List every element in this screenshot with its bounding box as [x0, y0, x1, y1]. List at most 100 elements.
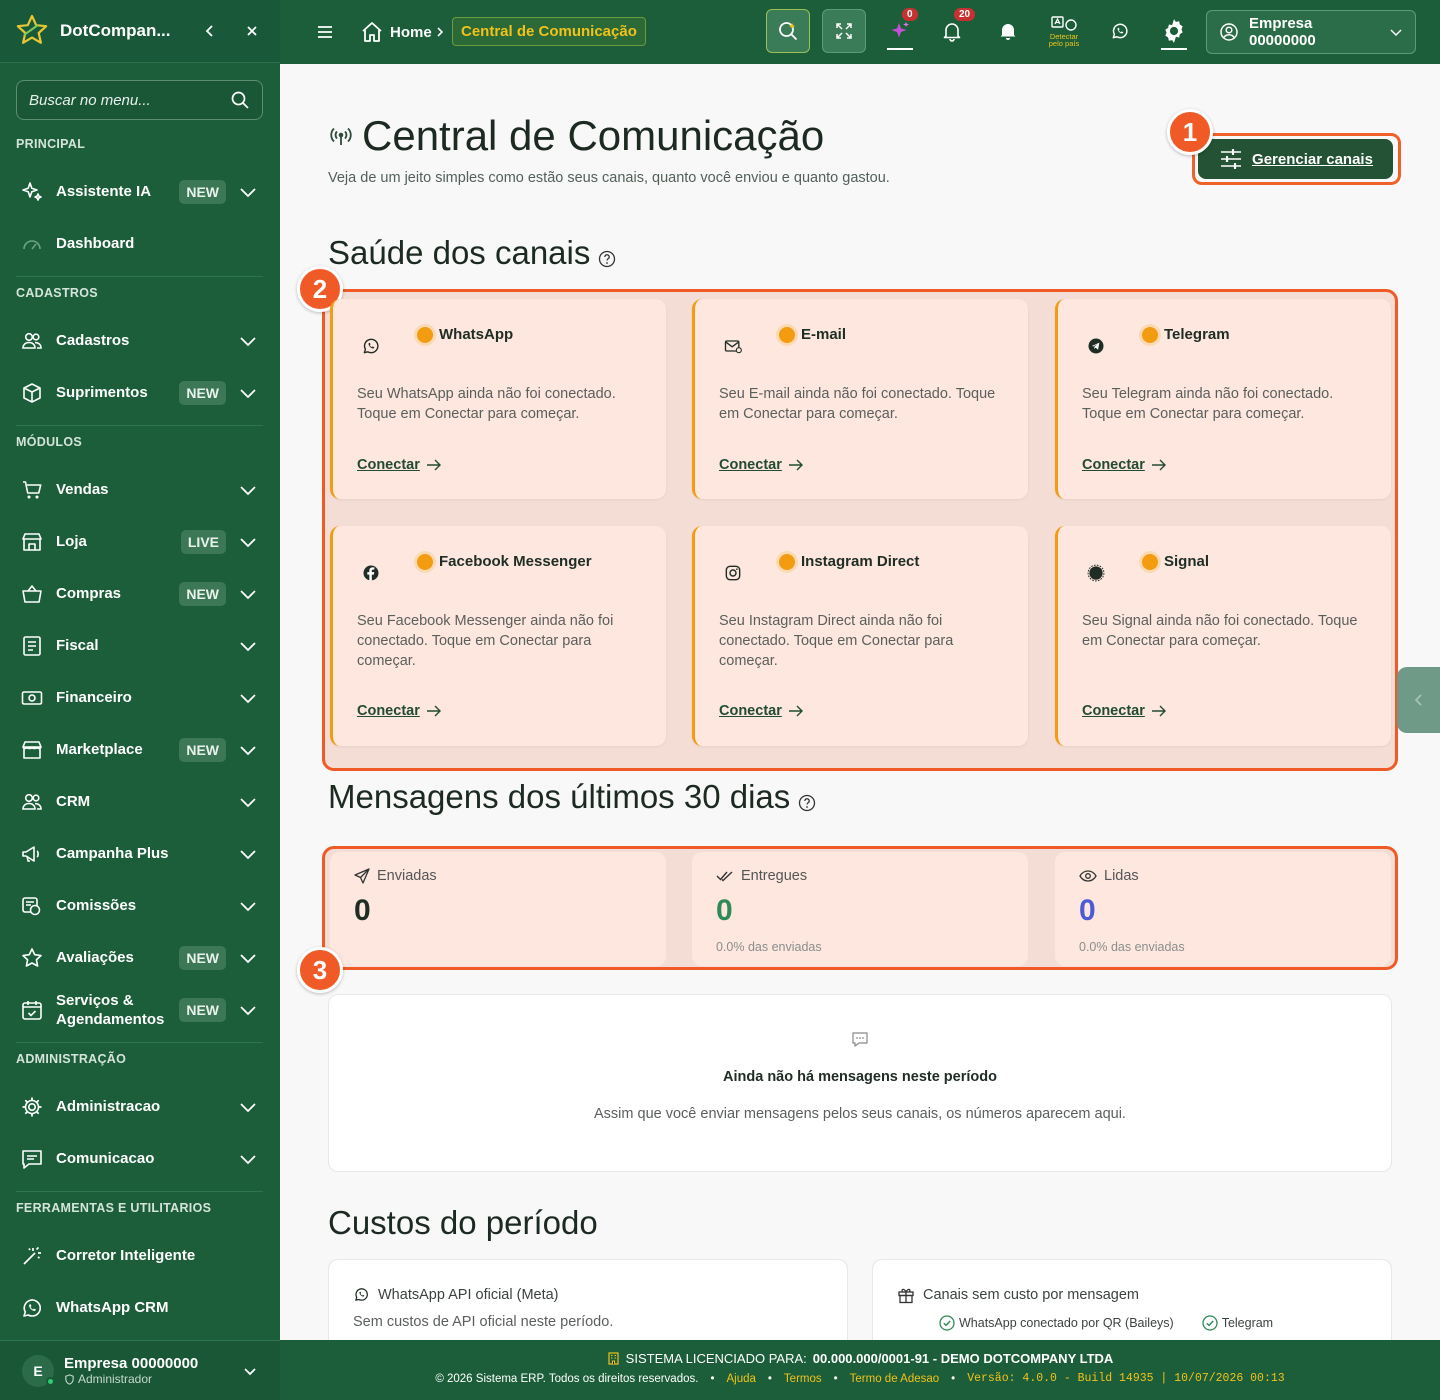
avatar: E: [22, 1354, 55, 1387]
cart-icon: [23, 481, 42, 499]
adhesion-terms-link[interactable]: Termo de Adesao: [850, 1373, 940, 1385]
whatsapp-button[interactable]: [1098, 9, 1142, 53]
chevron-down-icon[interactable]: [238, 383, 258, 403]
megaphone-icon: [22, 846, 39, 862]
instagram-icon: [725, 565, 741, 581]
chevron-down-icon[interactable]: [238, 480, 258, 500]
sidebar-item-marketplace[interactable]: Marketplace NEW: [0, 728, 280, 772]
sidebar-item-crm[interactable]: CRM: [0, 780, 280, 824]
detect-country-button[interactable]: Detectar pelo país: [1042, 9, 1086, 53]
side-panel-toggle[interactable]: [1397, 667, 1440, 733]
section-modulos: MÓDULOS: [16, 435, 82, 449]
users-icon: [22, 332, 42, 349]
sidebar-item-assistente-ia[interactable]: Assistente IA NEW: [0, 170, 280, 214]
chevron-down-icon[interactable]: [238, 688, 258, 708]
chevron-down-icon[interactable]: [238, 1000, 258, 1020]
users-icon: [22, 793, 42, 810]
sidebar-item-campanha-plus[interactable]: Campanha Plus: [0, 832, 280, 876]
manage-channels-button[interactable]: Gerenciar canais: [1198, 139, 1393, 179]
bell-filled-icon: [1000, 24, 1016, 40]
connect-whatsapp-link[interactable]: Conectar: [357, 457, 442, 473]
help-icon[interactable]: [598, 250, 616, 268]
home-icon: [362, 22, 382, 42]
sidebar-divider: [16, 1042, 263, 1043]
sidebar-item-compras[interactable]: Compras NEW: [0, 572, 280, 616]
search-icon: [779, 22, 798, 41]
ai-assistant-button[interactable]: 0: [878, 8, 922, 53]
settings-button[interactable]: [1152, 9, 1196, 53]
sidebar-item-whatsapp-crm[interactable]: WhatsApp CRM: [0, 1286, 280, 1330]
connect-email-link[interactable]: Conectar: [719, 457, 804, 473]
chevron-down-icon[interactable]: [238, 1097, 258, 1117]
sidebar-item-corretor[interactable]: Corretor Inteligente: [0, 1234, 280, 1278]
help-link[interactable]: Ajuda: [726, 1373, 755, 1385]
sidebar-item-suprimentos[interactable]: Suprimentos NEW: [0, 371, 280, 415]
chevron-down-icon[interactable]: [238, 1149, 258, 1169]
close-sidebar-button[interactable]: [238, 17, 266, 45]
star-icon: [22, 948, 42, 967]
new-badge: NEW: [179, 381, 226, 405]
gear-icon: [1165, 19, 1183, 43]
page-title: Central de Comunicação: [328, 112, 824, 160]
sparkle-icon: [891, 22, 909, 38]
chevron-down-icon[interactable]: [238, 636, 258, 656]
chevron-down-icon[interactable]: [238, 948, 258, 968]
broadcast-icon: [330, 127, 352, 145]
breadcrumb-home[interactable]: Home: [360, 20, 432, 44]
alerts-button[interactable]: [986, 9, 1030, 53]
sidebar-item-vendas[interactable]: Vendas: [0, 468, 280, 512]
sidebar: DotCompan... PRINCIPAL Assistente IA NEW…: [0, 0, 280, 1400]
fullscreen-button[interactable]: [822, 9, 866, 53]
whatsapp-icon: [23, 1299, 41, 1317]
chevron-down-icon[interactable]: [238, 740, 258, 760]
notifications-button[interactable]: 20: [930, 8, 976, 53]
chevron-down-icon[interactable]: [238, 896, 258, 916]
signal-icon: [1087, 564, 1105, 582]
sidebar-item-administracao[interactable]: Administracao: [0, 1085, 280, 1129]
collapse-sidebar-button[interactable]: [196, 17, 224, 45]
step-marker: 1: [1167, 109, 1213, 155]
sidebar-item-financeiro[interactable]: Financeiro: [0, 676, 280, 720]
search-icon[interactable]: [230, 90, 250, 110]
sidebar-item-loja[interactable]: Loja LIVE: [0, 520, 280, 564]
sidebar-item-fiscal[interactable]: Fiscal: [0, 624, 280, 668]
global-search-button[interactable]: [766, 9, 810, 53]
menu-search-input[interactable]: [29, 91, 230, 109]
connect-instagram-link[interactable]: Conectar: [719, 703, 804, 719]
arrow-right-icon: [1151, 705, 1166, 717]
connect-signal-link[interactable]: Conectar: [1082, 703, 1167, 719]
connect-telegram-link[interactable]: Conectar: [1082, 457, 1167, 473]
sidebar-item-cadastros[interactable]: Cadastros: [0, 319, 280, 363]
send-icon: [354, 868, 370, 884]
company-selector[interactable]: Empresa 00000000: [1206, 10, 1416, 54]
terms-link[interactable]: Termos: [784, 1373, 822, 1385]
new-badge: NEW: [179, 998, 226, 1022]
whatsapp-icon: [1112, 23, 1128, 39]
sidebar-item-dashboard[interactable]: Dashboard: [0, 222, 280, 266]
help-icon[interactable]: [798, 794, 816, 812]
building-icon: [608, 1352, 619, 1365]
sidebar-item-comunicacao[interactable]: Comunicacao: [0, 1137, 280, 1181]
arrow-right-icon: [788, 705, 803, 717]
sidebar-item-comissoes[interactable]: Comissões: [0, 884, 280, 928]
user-name: Empresa 00000000: [64, 1355, 199, 1372]
sidebar-user[interactable]: E Empresa 00000000 Administrador: [0, 1340, 280, 1400]
connect-facebook-link[interactable]: Conectar: [357, 703, 442, 719]
translate-icon: [1051, 16, 1077, 31]
chevron-down-icon[interactable]: [242, 1363, 258, 1379]
chevron-down-icon[interactable]: [238, 792, 258, 812]
chevron-down-icon[interactable]: [238, 331, 258, 351]
status-dot: [779, 554, 795, 570]
footer: SISTEMA LICENCIADO PARA: 00.000.000/0001…: [280, 1340, 1440, 1400]
chevron-down-icon[interactable]: [238, 844, 258, 864]
box-icon: [23, 383, 41, 403]
sidebar-item-avaliacoes[interactable]: Avaliações NEW: [0, 936, 280, 980]
chevron-down-icon[interactable]: [238, 532, 258, 552]
chevron-down-icon[interactable]: [238, 182, 258, 202]
sidebar-item-servicos[interactable]: Serviços & Agendamentos NEW: [0, 988, 280, 1032]
status-dot: [1142, 554, 1158, 570]
sidebar-brand: DotCompan...: [0, 0, 280, 63]
expand-icon: [836, 23, 852, 39]
chevron-down-icon[interactable]: [238, 584, 258, 604]
menu-icon[interactable]: [315, 22, 335, 42]
